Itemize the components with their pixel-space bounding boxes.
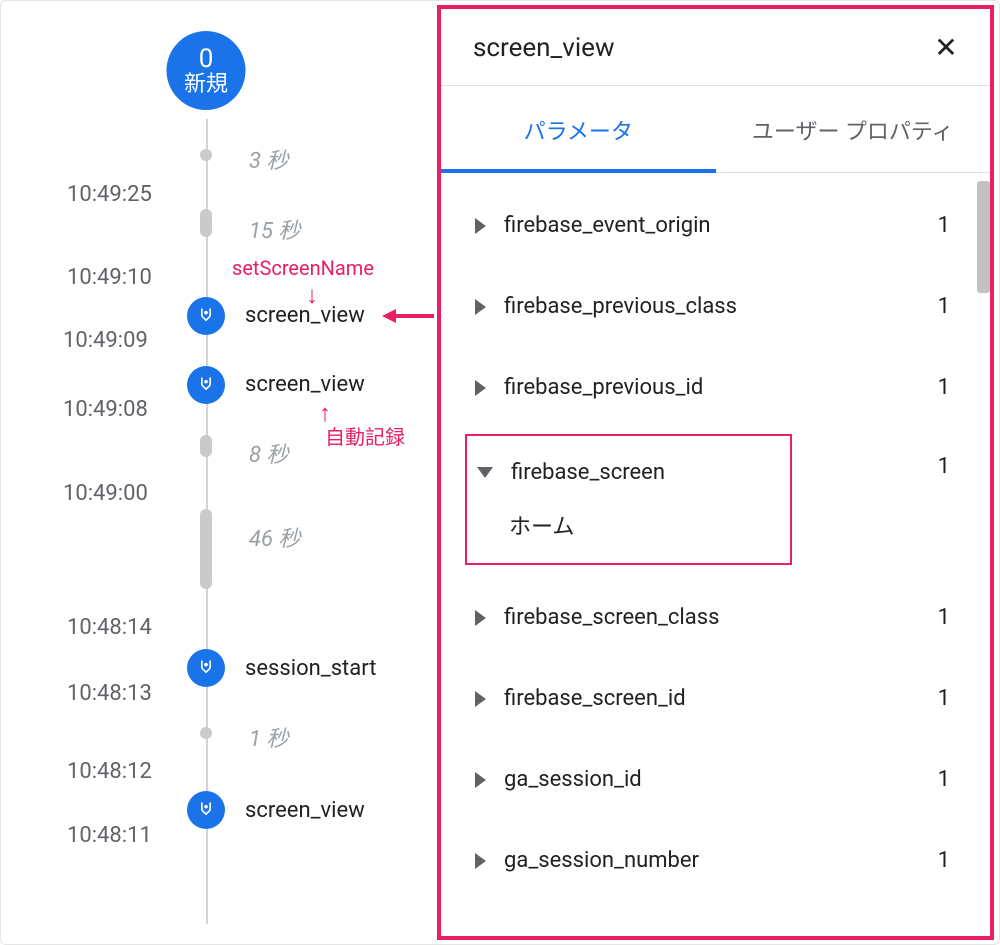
panel-title: screen_view [473, 33, 615, 63]
annotation-setscreenname: setScreenName [232, 256, 374, 280]
caret-right-icon [475, 299, 486, 315]
parameter-name: ga_session_id [504, 767, 938, 792]
timestamp: 10:49:00 [63, 481, 148, 506]
parameter-count: 1 [938, 454, 950, 479]
timestamp: 10:48:13 [67, 681, 152, 706]
duration-label: 15 秒 [249, 213, 300, 245]
timeline-gap-marker [200, 149, 212, 161]
event-label[interactable]: session_start [245, 656, 376, 681]
panel-body: firebase_event_origin 1 firebase_previou… [441, 173, 990, 918]
parameter-name: firebase_screen_id [504, 686, 938, 711]
parameter-name: firebase_previous_class [504, 294, 938, 319]
duration-label: 1 秒 [249, 721, 288, 753]
timestamp: 10:49:25 [67, 182, 152, 207]
scrollbar-thumb[interactable] [977, 181, 990, 293]
timestamp: 10:49:08 [63, 397, 148, 422]
parameter-count: 1 [938, 294, 950, 319]
parameter-count: 1 [938, 686, 950, 711]
timeline-gap-marker [200, 509, 212, 589]
annotation-autolog: 自動記録 [325, 421, 405, 450]
parameter-count: 1 [938, 213, 950, 238]
caret-right-icon [475, 691, 486, 707]
parameter-row[interactable]: firebase_previous_class 1 [465, 266, 960, 347]
event-label[interactable]: screen_view [245, 303, 365, 328]
caret-right-icon [475, 853, 486, 869]
timestamp: 10:48:12 [67, 759, 152, 784]
timeline: 0 新規 3 秒 10:49:25 15 秒 10:49:10 setScree… [1, 1, 431, 944]
duration-label: 8 秒 [249, 437, 288, 469]
timestamp: 10:48:11 [67, 823, 152, 848]
badge-label: 新規 [184, 74, 228, 96]
timeline-gap-marker [200, 435, 212, 457]
parameter-name: firebase_previous_id [504, 375, 938, 400]
duration-label: 3 秒 [249, 143, 288, 175]
timestamp: 10:48:14 [67, 615, 152, 640]
parameter-count: 1 [938, 605, 950, 630]
panel-tabs: パラメータ ユーザー プロパティ [441, 86, 990, 173]
event-marker-icon[interactable] [187, 366, 225, 404]
duration-label: 46 秒 [249, 521, 300, 553]
tab-user-properties[interactable]: ユーザー プロパティ [716, 86, 991, 172]
parameter-list: firebase_event_origin 1 firebase_previou… [441, 173, 990, 901]
parameter-row[interactable]: firebase_screen_id 1 [465, 658, 960, 739]
caret-right-icon [475, 772, 486, 788]
parameter-value: ホーム [467, 499, 790, 563]
badge-count: 0 [199, 46, 214, 72]
event-label[interactable]: screen_view [245, 372, 365, 397]
timestamp: 10:49:10 [67, 265, 152, 290]
parameter-row[interactable]: firebase_event_origin 1 [465, 185, 960, 266]
timeline-gap-marker [200, 209, 212, 237]
close-icon[interactable]: ✕ [932, 34, 960, 62]
pointer-arrow-icon [382, 307, 434, 325]
event-marker-icon[interactable] [187, 649, 225, 687]
caret-down-icon [477, 467, 493, 478]
parameter-name: firebase_screen [511, 460, 780, 485]
parameter-name: firebase_event_origin [504, 213, 938, 238]
parameter-count: 1 [938, 848, 950, 873]
parameter-name: firebase_screen_class [504, 605, 938, 630]
event-marker-icon[interactable] [187, 791, 225, 829]
caret-right-icon [475, 610, 486, 626]
timeline-gap-marker [200, 727, 212, 739]
parameter-row[interactable]: ga_session_id 1 [465, 739, 960, 820]
event-marker-icon[interactable] [187, 297, 225, 335]
panel-header: screen_view ✕ [441, 9, 990, 86]
caret-right-icon [475, 218, 486, 234]
parameter-row-expanded[interactable]: firebase_screen ホーム [465, 434, 792, 565]
parameter-row[interactable]: firebase_previous_id 1 [465, 347, 960, 428]
timestamp: 10:49:09 [63, 328, 148, 353]
parameter-row[interactable]: firebase_screen_class 1 [465, 577, 960, 658]
caret-right-icon [475, 380, 486, 396]
tab-parameters[interactable]: パラメータ [441, 86, 716, 172]
new-session-badge: 0 新規 [167, 31, 246, 110]
event-detail-panel: screen_view ✕ パラメータ ユーザー プロパティ firebase_… [437, 5, 994, 940]
parameter-row[interactable]: ga_session_number 1 [465, 820, 960, 901]
parameter-name: ga_session_number [504, 848, 938, 873]
event-label[interactable]: screen_view [245, 798, 365, 823]
parameter-count: 1 [938, 767, 950, 792]
parameter-count: 1 [938, 375, 950, 400]
